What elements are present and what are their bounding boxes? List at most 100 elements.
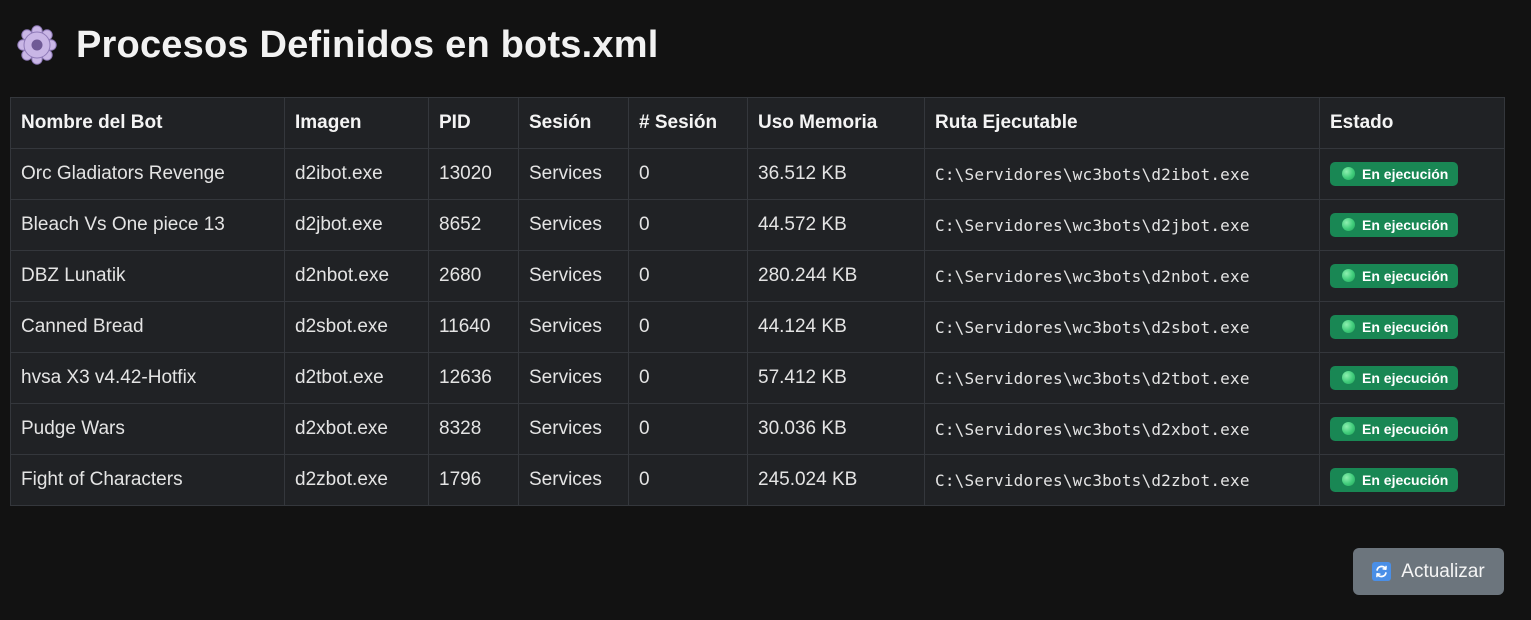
status-label: En ejecución bbox=[1362, 267, 1449, 284]
table-row: Bleach Vs One piece 13 d2jbot.exe 8652 S… bbox=[10, 199, 1505, 251]
bot-name-cell: DBZ Lunatik bbox=[10, 250, 285, 302]
pid-cell: 2680 bbox=[428, 250, 519, 302]
bot-name-cell: Canned Bread bbox=[10, 301, 285, 353]
status-badge: En ejecución bbox=[1330, 416, 1459, 441]
session-number-cell: 0 bbox=[628, 454, 748, 506]
path-cell: C:\Servidores\wc3bots\d2ibot.exe bbox=[924, 148, 1320, 200]
session-number-cell: 0 bbox=[628, 301, 748, 353]
session-number-cell: 0 bbox=[628, 148, 748, 200]
column-header-status: Estado bbox=[1319, 97, 1505, 149]
memory-cell: 245.024 KB bbox=[747, 454, 925, 506]
session-cell: Services bbox=[518, 148, 629, 200]
status-badge: En ejecución bbox=[1330, 161, 1459, 186]
pid-cell: 8652 bbox=[428, 199, 519, 251]
path-cell: C:\Servidores\wc3bots\d2nbot.exe bbox=[924, 250, 1320, 302]
session-number-cell: 0 bbox=[628, 199, 748, 251]
memory-cell: 57.412 KB bbox=[747, 352, 925, 404]
session-number-cell: 0 bbox=[628, 352, 748, 404]
status-label: En ejecución bbox=[1362, 318, 1449, 335]
column-header-image: Imagen bbox=[284, 97, 429, 149]
processes-table-container: Nombre del Bot Imagen PID Sesión # Sesió… bbox=[10, 97, 1505, 506]
pid-cell: 13020 bbox=[428, 148, 519, 200]
session-number-cell: 0 bbox=[628, 403, 748, 455]
pid-cell: 8328 bbox=[428, 403, 519, 455]
image-cell: d2xbot.exe bbox=[284, 403, 429, 455]
status-cell: En ejecución bbox=[1319, 148, 1505, 200]
path-cell: C:\Servidores\wc3bots\d2tbot.exe bbox=[924, 352, 1320, 404]
status-cell: En ejecución bbox=[1319, 352, 1505, 404]
status-dot-icon bbox=[1342, 269, 1355, 283]
table-row: Orc Gladiators Revenge d2ibot.exe 13020 … bbox=[10, 148, 1505, 200]
status-dot-icon bbox=[1342, 167, 1355, 181]
path-cell: C:\Servidores\wc3bots\d2sbot.exe bbox=[924, 301, 1320, 353]
session-cell: Services bbox=[518, 403, 629, 455]
status-dot-icon bbox=[1342, 422, 1355, 436]
bot-name-cell: hvsa X3 v4.42-Hotfix bbox=[10, 352, 285, 404]
status-dot-icon bbox=[1342, 371, 1355, 385]
status-label: En ejecución bbox=[1362, 165, 1449, 182]
session-cell: Services bbox=[518, 301, 629, 353]
bot-name-cell: Pudge Wars bbox=[10, 403, 285, 455]
column-header-memory: Uso Memoria bbox=[747, 97, 925, 149]
refresh-button[interactable]: Actualizar bbox=[1353, 548, 1504, 595]
status-label: En ejecución bbox=[1362, 369, 1449, 386]
status-label: En ejecución bbox=[1362, 420, 1449, 437]
bot-name-cell: Orc Gladiators Revenge bbox=[10, 148, 285, 200]
image-cell: d2nbot.exe bbox=[284, 250, 429, 302]
bot-name-cell: Bleach Vs One piece 13 bbox=[10, 199, 285, 251]
status-cell: En ejecución bbox=[1319, 403, 1505, 455]
status-badge: En ejecución bbox=[1330, 467, 1459, 492]
table-row: DBZ Lunatik d2nbot.exe 2680 Services 0 2… bbox=[10, 250, 1505, 302]
status-dot-icon bbox=[1342, 218, 1355, 232]
pid-cell: 1796 bbox=[428, 454, 519, 506]
image-cell: d2ibot.exe bbox=[284, 148, 429, 200]
memory-cell: 44.572 KB bbox=[747, 199, 925, 251]
processes-table: Nombre del Bot Imagen PID Sesión # Sesió… bbox=[10, 97, 1505, 506]
gear-icon bbox=[16, 24, 58, 66]
bot-name-cell: Fight of Characters bbox=[10, 454, 285, 506]
table-row: Canned Bread d2sbot.exe 11640 Services 0… bbox=[10, 301, 1505, 353]
session-number-cell: 0 bbox=[628, 250, 748, 302]
status-badge: En ejecución bbox=[1330, 263, 1459, 288]
memory-cell: 30.036 KB bbox=[747, 403, 925, 455]
table-row: Fight of Characters d2zbot.exe 1796 Serv… bbox=[10, 454, 1505, 506]
memory-cell: 280.244 KB bbox=[747, 250, 925, 302]
status-dot-icon bbox=[1342, 320, 1355, 334]
status-label: En ejecución bbox=[1362, 216, 1449, 233]
status-dot-icon bbox=[1342, 473, 1355, 487]
column-header-pid: PID bbox=[428, 97, 519, 149]
page-title: Procesos Definidos en bots.xml bbox=[76, 24, 659, 66]
column-header-path: Ruta Ejecutable bbox=[924, 97, 1320, 149]
column-header-session-number: # Sesión bbox=[628, 97, 748, 149]
table-row: hvsa X3 v4.42-Hotfix d2tbot.exe 12636 Se… bbox=[10, 352, 1505, 404]
memory-cell: 44.124 KB bbox=[747, 301, 925, 353]
session-cell: Services bbox=[518, 250, 629, 302]
refresh-button-label: Actualizar bbox=[1401, 560, 1485, 582]
session-cell: Services bbox=[518, 199, 629, 251]
table-row: Pudge Wars d2xbot.exe 8328 Services 0 30… bbox=[10, 403, 1505, 455]
table-header-row: Nombre del Bot Imagen PID Sesión # Sesió… bbox=[10, 97, 1505, 149]
image-cell: d2zbot.exe bbox=[284, 454, 429, 506]
image-cell: d2sbot.exe bbox=[284, 301, 429, 353]
status-cell: En ejecución bbox=[1319, 454, 1505, 506]
path-cell: C:\Servidores\wc3bots\d2xbot.exe bbox=[924, 403, 1320, 455]
column-header-session: Sesión bbox=[518, 97, 629, 149]
refresh-icon bbox=[1372, 562, 1392, 581]
status-badge: En ejecución bbox=[1330, 365, 1459, 390]
session-cell: Services bbox=[518, 352, 629, 404]
status-label: En ejecución bbox=[1362, 471, 1449, 488]
session-cell: Services bbox=[518, 454, 629, 506]
status-cell: En ejecución bbox=[1319, 250, 1505, 302]
page-header: Procesos Definidos en bots.xml bbox=[16, 22, 658, 68]
pid-cell: 11640 bbox=[428, 301, 519, 353]
status-badge: En ejecución bbox=[1330, 212, 1459, 237]
status-cell: En ejecución bbox=[1319, 301, 1505, 353]
memory-cell: 36.512 KB bbox=[747, 148, 925, 200]
image-cell: d2jbot.exe bbox=[284, 199, 429, 251]
path-cell: C:\Servidores\wc3bots\d2zbot.exe bbox=[924, 454, 1320, 506]
pid-cell: 12636 bbox=[428, 352, 519, 404]
column-header-name: Nombre del Bot bbox=[10, 97, 285, 149]
image-cell: d2tbot.exe bbox=[284, 352, 429, 404]
status-badge: En ejecución bbox=[1330, 314, 1459, 339]
path-cell: C:\Servidores\wc3bots\d2jbot.exe bbox=[924, 199, 1320, 251]
